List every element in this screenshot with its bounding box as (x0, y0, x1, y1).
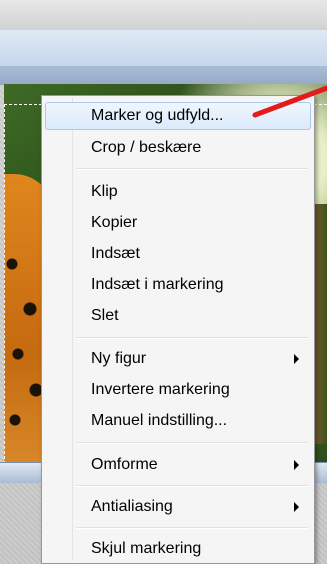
menu-item-label: Omforme (91, 456, 158, 473)
red-pointer-arrow-icon (252, 85, 327, 118)
menu-separator (76, 168, 308, 170)
menu-item-slet[interactable]: Slet (45, 302, 311, 330)
menu-item-label: Skjul markering (91, 540, 202, 557)
top-toolbar-strip (0, 0, 327, 30)
menu-separator (76, 337, 308, 339)
menu-item-label: Slet (91, 307, 119, 324)
canvas-frame-header (0, 30, 327, 85)
menu-item-antialiasing[interactable]: Antialiasing (45, 493, 311, 521)
menu-item-invertere-markering[interactable]: Invertere markering (45, 376, 311, 404)
menu-separator (76, 442, 308, 444)
menu-item-manuel-indstilling[interactable]: Manuel indstilling... (45, 407, 311, 435)
menu-item-label: Indsæt i markering (91, 276, 224, 293)
menu-separator (76, 485, 308, 487)
menu-item-label: Klip (91, 183, 118, 200)
menu-item-klip[interactable]: Klip (45, 178, 311, 206)
menu-item-label: Manuel indstilling... (91, 412, 228, 429)
menu-item-skjul-markering[interactable]: Skjul markering (45, 535, 311, 563)
menu-item-ny-figur[interactable]: Ny figur (45, 345, 311, 373)
menu-item-label: Indsæt (91, 245, 140, 262)
menu-separator (76, 527, 308, 529)
selection-marquee-left (4, 104, 5, 464)
context-menu: Marker og udfyld... Crop / beskære Klip … (41, 95, 315, 564)
menu-item-label: Invertere markering (91, 381, 230, 398)
menu-item-label: Kopier (91, 214, 138, 231)
submenu-arrow-icon (294, 460, 299, 470)
submenu-arrow-icon (294, 502, 299, 512)
menu-item-indsaet[interactable]: Indsæt (45, 240, 311, 268)
menu-item-omforme[interactable]: Omforme (45, 451, 311, 479)
menu-item-indsaet-i-markering[interactable]: Indsæt i markering (45, 271, 311, 299)
menu-item-label: Crop / beskære (91, 139, 202, 156)
menu-item-kopier[interactable]: Kopier (45, 209, 311, 237)
menu-item-crop[interactable]: Crop / beskære (45, 134, 311, 162)
submenu-arrow-icon (294, 354, 299, 364)
menu-item-label: Marker og udfyld... (91, 107, 224, 124)
menu-item-label: Ny figur (91, 350, 147, 367)
menu-item-label: Antialiasing (91, 498, 173, 515)
